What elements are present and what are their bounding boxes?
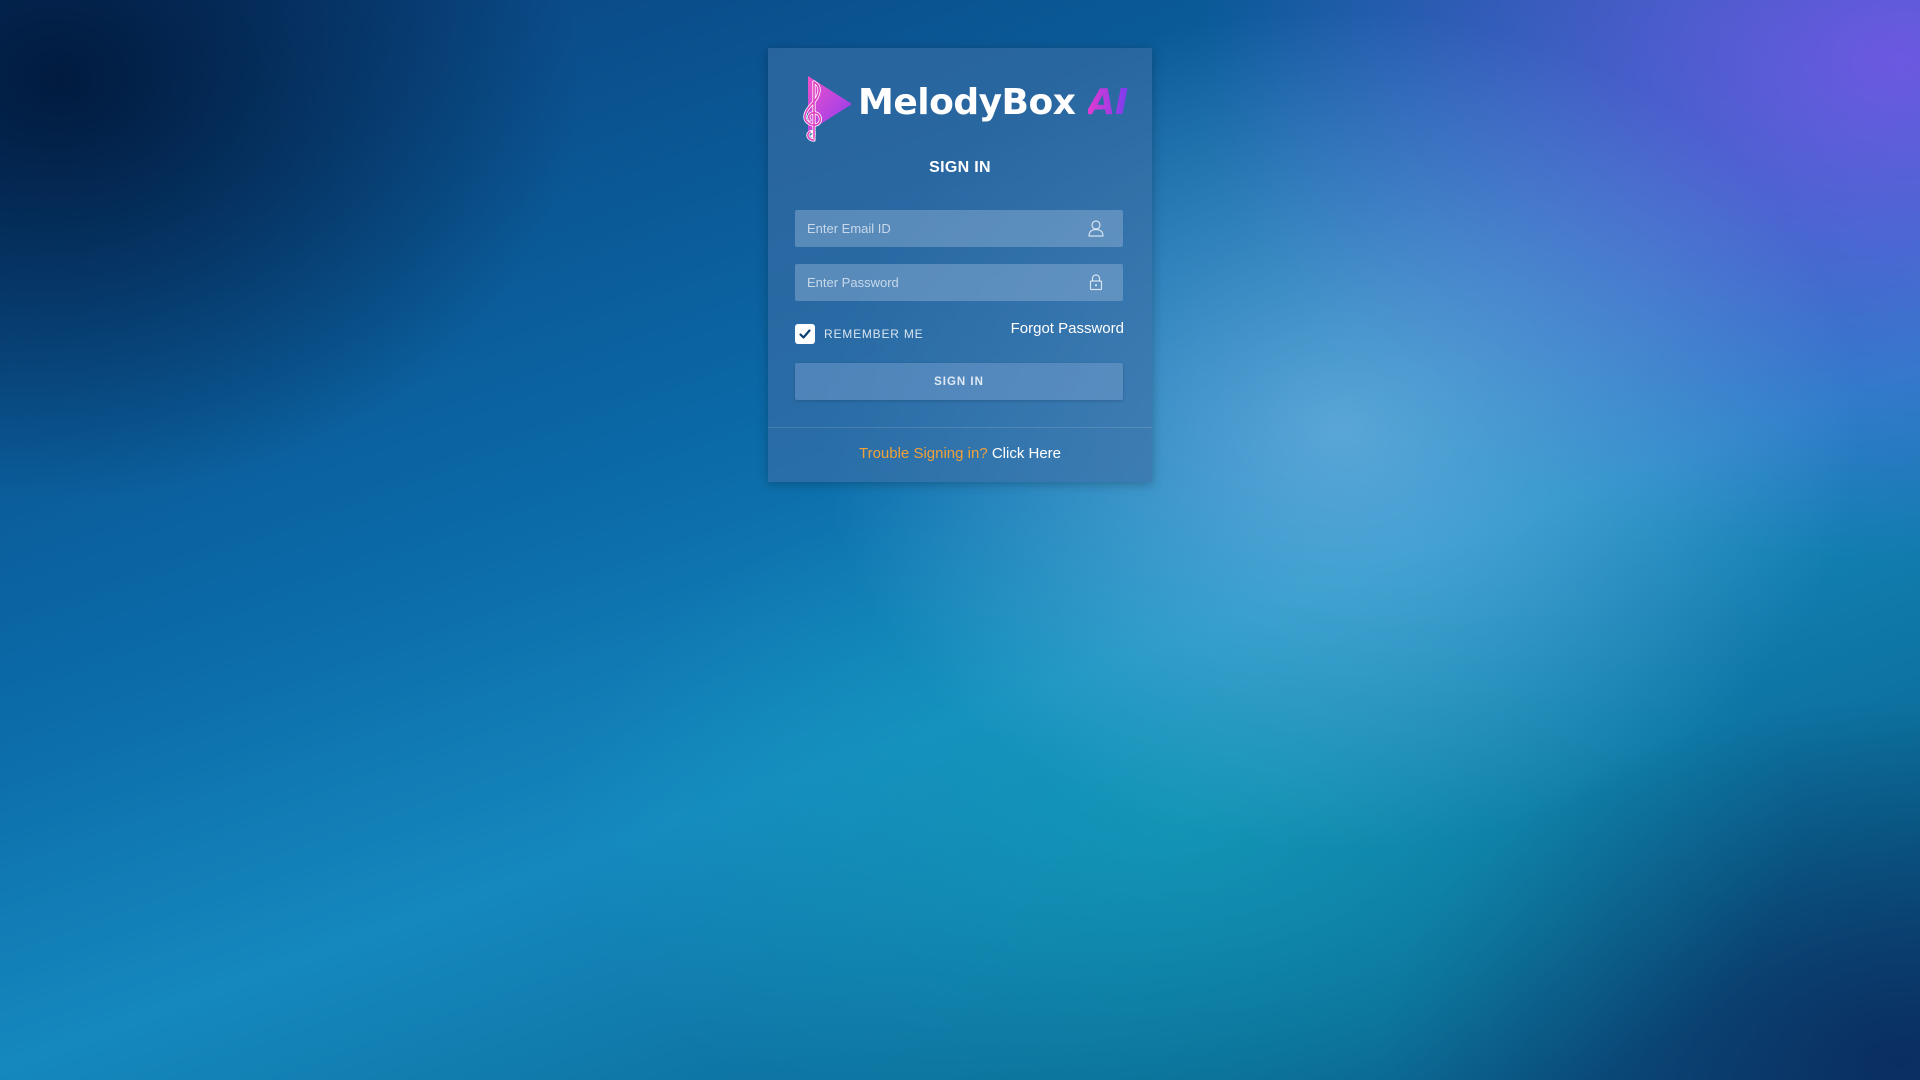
remember-me-label: REMEMBER ME: [824, 327, 924, 341]
brand-logo: MelodyBox AI: [794, 74, 1134, 144]
click-here-link[interactable]: Click Here: [992, 445, 1061, 462]
remember-me-checkbox[interactable]: [795, 324, 815, 344]
password-field-wrapper: [795, 264, 1123, 301]
lock-icon: [1089, 274, 1103, 291]
password-input[interactable]: [795, 264, 1123, 301]
trouble-text: Trouble Signing in?: [858, 445, 988, 462]
remember-me-toggle[interactable]: REMEMBER ME: [795, 324, 923, 344]
brand-name-text: MelodyBox: [858, 82, 1076, 123]
treble-clef-play-icon: [803, 76, 852, 142]
checkmark-icon: [799, 329, 811, 339]
user-icon: [1088, 220, 1104, 237]
trouble-signing-in: Trouble Signing in? Click Here: [768, 445, 1152, 462]
page-title: SIGN IN: [929, 159, 991, 176]
signin-card: MelodyBox AI SIGN IN REMEMBER ME Forgot …: [768, 48, 1152, 482]
forgot-password-link[interactable]: Forgot Password: [1011, 320, 1124, 337]
divider: [768, 427, 1152, 428]
email-input[interactable]: [795, 210, 1123, 247]
sign-in-button[interactable]: SIGN IN: [795, 363, 1123, 400]
brand-suffix: AI: [1087, 82, 1129, 123]
brand-name: MelodyBox AI: [858, 82, 1128, 123]
email-field-wrapper: [795, 210, 1123, 247]
